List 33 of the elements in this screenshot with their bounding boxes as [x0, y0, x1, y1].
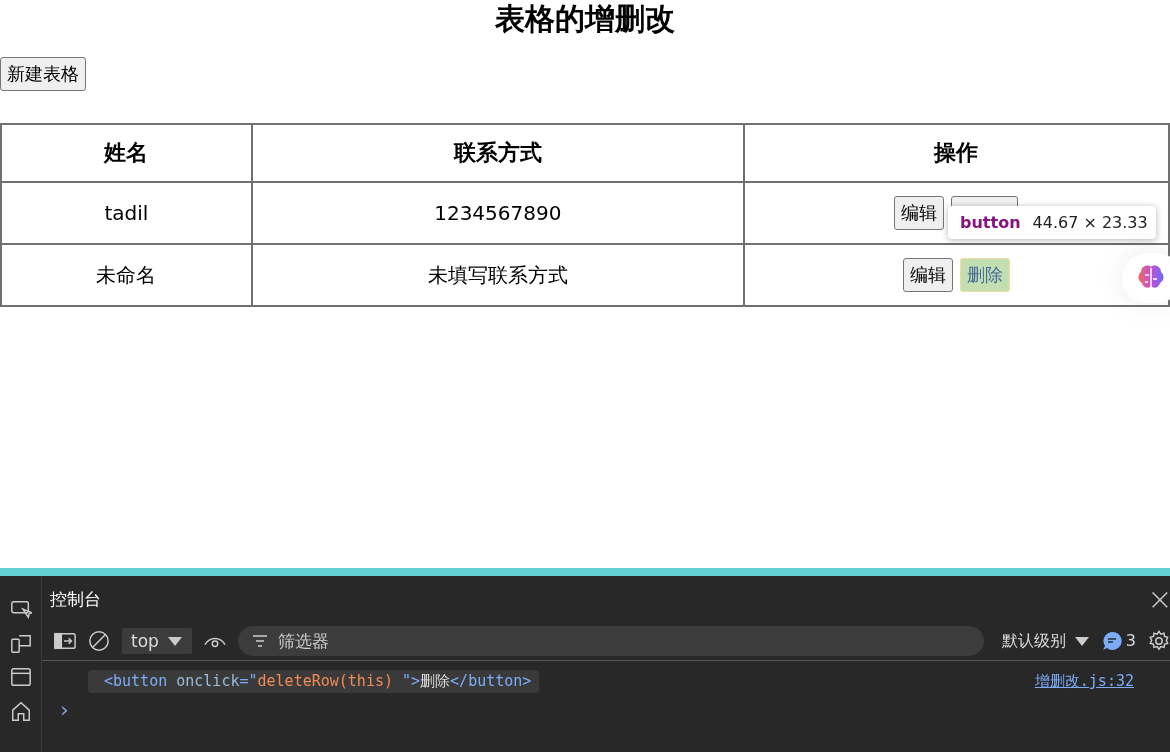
- settings-icon[interactable]: [1148, 630, 1170, 652]
- console-prompt: ›: [59, 697, 70, 722]
- window-icon[interactable]: [9, 666, 32, 688]
- tooltip-tag: button: [960, 213, 1021, 232]
- table-cell: 1234567890: [251, 182, 744, 244]
- new-table-button[interactable]: 新建表格: [0, 57, 86, 91]
- inspect-icon[interactable]: [9, 598, 32, 620]
- caret-icon: [1073, 635, 1090, 647]
- home-icon[interactable]: [9, 700, 32, 722]
- table-cell: tadil: [1, 182, 252, 244]
- device-icon[interactable]: [9, 632, 32, 654]
- column-header: 操作: [743, 124, 1169, 182]
- column-header: 联系方式: [251, 124, 744, 182]
- table-cell: 未填写联系方式: [251, 244, 744, 306]
- message-icon[interactable]: [1101, 631, 1122, 651]
- message-count: 3: [1125, 631, 1136, 650]
- tooltip-size: 44.67 × 23.33: [1032, 213, 1148, 232]
- caret-icon: [166, 635, 183, 647]
- console-tab[interactable]: 控制台: [50, 587, 101, 611]
- action-button[interactable]: 编辑: [894, 196, 945, 230]
- context-select[interactable]: top: [122, 628, 192, 654]
- page-heading: 表格的增删改: [494, 0, 676, 36]
- filter-field[interactable]: 筛选器: [237, 626, 984, 656]
- clear-icon[interactable]: [88, 630, 110, 652]
- column-header: 姓名: [1, 124, 252, 182]
- log-message: <button onclick="deleteRow(this) ">删除</button>: [88, 670, 540, 693]
- action-button[interactable]: 编辑: [902, 258, 953, 292]
- source-link[interactable]: 增删改.js:32: [1034, 672, 1134, 691]
- level-select[interactable]: 默认级别: [1001, 630, 1090, 652]
- action-button[interactable]: 删除: [959, 258, 1010, 292]
- sidebar-toggle-icon[interactable]: [54, 630, 76, 652]
- table-cell: 未命名: [1, 244, 252, 306]
- filter-icon: [251, 634, 268, 648]
